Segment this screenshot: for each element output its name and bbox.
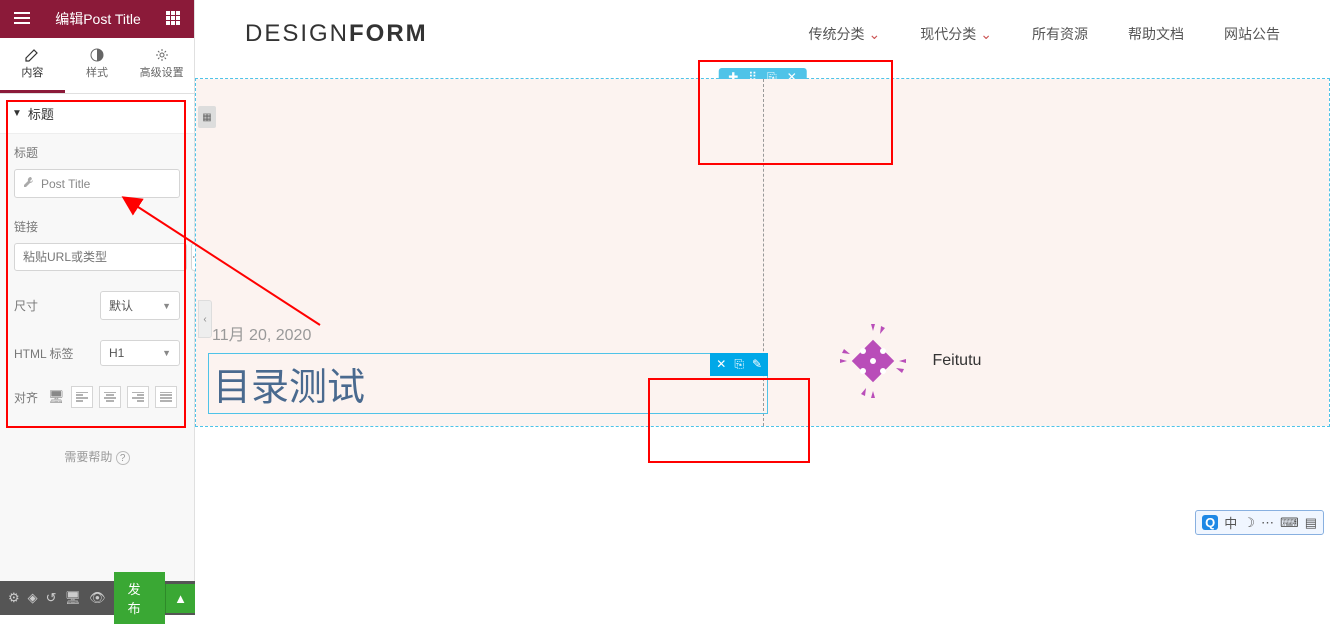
section-drag-handle[interactable]: ▦ [198, 106, 216, 128]
edit-widget-button[interactable]: ✎ [752, 357, 762, 372]
pencil-icon [25, 48, 39, 62]
site-logo[interactable]: DESIGNFORM [245, 20, 428, 48]
ime-q-icon[interactable]: Q [1202, 515, 1218, 530]
align-left-button[interactable] [71, 386, 93, 408]
help-icon: ? [116, 451, 130, 465]
html-tag-control: HTML 标签 H1 ▼ [0, 330, 194, 376]
title-control: 标题 Post Title [0, 134, 194, 208]
align-center-button[interactable] [99, 386, 121, 408]
nav-item-modern[interactable]: 现代分类 ⌄ [920, 24, 992, 44]
link-input[interactable] [14, 243, 187, 271]
navigator-icon[interactable]: ◈ [28, 590, 38, 606]
hamburger-icon [14, 12, 30, 24]
align-right-button[interactable] [127, 386, 149, 408]
align-label: 对齐 [14, 389, 38, 406]
sidebar-footer: ⚙ ◈ ↺ 🖥 👁 发布 ▲ [0, 581, 195, 615]
link-label: 链接 [14, 218, 180, 235]
nav-item-resources[interactable]: 所有资源 [1032, 24, 1088, 44]
sidebar-header: 编辑Post Title [0, 0, 194, 38]
collapse-sidebar-button[interactable]: ‹ [198, 300, 212, 338]
publish-options-button[interactable]: ▲ [165, 584, 195, 613]
html-tag-label: HTML 标签 [14, 345, 74, 362]
settings-icon[interactable]: ⚙ [8, 590, 20, 606]
align-right-icon [132, 392, 144, 402]
tab-content[interactable]: 内容 [0, 38, 65, 93]
grid-icon [166, 11, 180, 25]
ime-keyboard-icon[interactable]: ⌨ [1280, 515, 1299, 531]
align-center-icon [104, 392, 116, 402]
responsive-icon[interactable]: 🖥 [48, 389, 65, 405]
caret-down-icon: ▼ [12, 108, 22, 119]
wrench-icon [23, 176, 35, 191]
ime-more-icon[interactable]: ⋯ [1261, 515, 1274, 531]
site-header: DESIGNFORM 传统分类 ⌄ 现代分类 ⌄ 所有资源 帮助文档 网站公告 [195, 0, 1330, 68]
post-title: 目录测试 [213, 356, 767, 411]
align-control: 对齐 🖥 [0, 376, 194, 418]
delete-widget-button[interactable]: ✕ [716, 357, 726, 372]
duplicate-widget-button[interactable]: ⎘ [734, 357, 744, 372]
align-justify-button[interactable] [155, 386, 177, 408]
menu-button[interactable] [8, 8, 36, 31]
section-content: 11月 20, 2020 目录测试 ✕ ⎘ ✎ [196, 79, 1329, 426]
ime-moon-icon[interactable]: ☽ [1243, 515, 1255, 531]
title-input[interactable]: Post Title [14, 169, 180, 198]
tab-style[interactable]: 样式 [65, 38, 130, 93]
author-name: Feitutu [933, 352, 982, 370]
widgets-button[interactable] [160, 7, 186, 32]
section-title-header[interactable]: ▼ 标题 [0, 94, 194, 134]
chevron-down-icon: ⌄ [980, 26, 992, 43]
size-control: 尺寸 默认 ▼ [0, 281, 194, 330]
header-title: 编辑Post Title [36, 9, 160, 29]
panel-tabs: 内容 样式 高级设置 [0, 38, 194, 94]
widget-controls: ✕ ⎘ ✎ [710, 353, 768, 376]
ime-settings-icon[interactable]: ▤ [1305, 515, 1317, 531]
link-control: 链接 [0, 208, 194, 281]
responsive-icon[interactable]: 🖥 [65, 590, 82, 606]
size-select[interactable]: 默认 ▼ [100, 291, 180, 320]
publish-button[interactable]: 发布 [114, 572, 166, 624]
align-justify-icon [160, 392, 172, 402]
footer-icons: ⚙ ◈ ↺ 🖥 👁 [0, 590, 114, 606]
site-nav: 传统分类 ⌄ 现代分类 ⌄ 所有资源 帮助文档 网站公告 [809, 24, 1280, 44]
title-label: 标题 [14, 144, 180, 161]
chevron-down-icon: ⌄ [869, 26, 881, 43]
nav-item-traditional[interactable]: 传统分类 ⌄ [809, 24, 881, 44]
elementor-sidebar: 编辑Post Title 内容 样式 高级设置 ▼ 标题 标题 [0, 0, 195, 615]
nav-item-docs[interactable]: 帮助文档 [1128, 24, 1184, 44]
tab-advanced[interactable]: 高级设置 [129, 38, 194, 93]
chevron-down-icon: ▼ [162, 348, 171, 358]
align-left-icon [76, 392, 88, 402]
chevron-up-icon: ▲ [174, 591, 187, 606]
canvas-section[interactable]: ✚ ⠿ ⎘ ✕ 11月 20, 2020 目录测试 ✕ ⎘ ✎ [195, 78, 1330, 427]
history-icon[interactable]: ↺ [46, 590, 57, 606]
chevron-down-icon: ▼ [162, 301, 171, 311]
nav-item-announcements[interactable]: 网站公告 [1224, 24, 1280, 44]
size-label: 尺寸 [14, 297, 38, 314]
contrast-icon [90, 48, 104, 62]
post-title-widget[interactable]: 目录测试 ✕ ⎘ ✎ [208, 353, 768, 414]
ime-lang[interactable]: 中 [1224, 513, 1237, 532]
ime-toolbar: Q 中 ☽ ⋯ ⌨ ▤ [1195, 510, 1324, 535]
post-date: 11月 20, 2020 [208, 321, 763, 345]
preview-icon[interactable]: 👁 [89, 590, 106, 606]
help-link[interactable]: 需要帮助 ? [0, 418, 194, 495]
preview-canvas: DESIGNFORM 传统分类 ⌄ 现代分类 ⌄ 所有资源 帮助文档 网站公告 … [195, 0, 1330, 615]
html-tag-select[interactable]: H1 ▼ [100, 340, 180, 366]
controls-panel: ▼ 标题 标题 Post Title 链接 [0, 94, 194, 495]
gear-icon [155, 48, 169, 62]
author-avatar [833, 321, 913, 401]
